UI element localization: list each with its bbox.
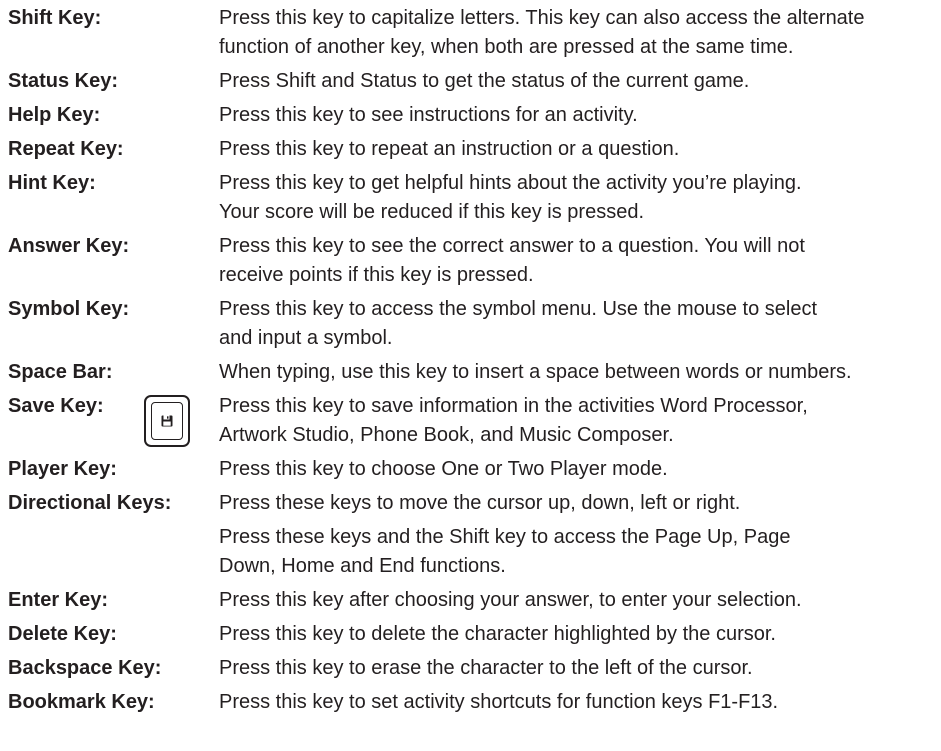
- glossary-row-answer-key: Answer Key: Press this key to see the co…: [8, 232, 938, 290]
- description-bookmark-key: Press this key to set activity shortcuts…: [219, 688, 938, 717]
- description-line: Press this key to access the symbol menu…: [219, 298, 818, 320]
- description-save-key: Press this key to save information in th…: [219, 392, 938, 450]
- glossary-row-repeat-key: Repeat Key: Press this key to repeat an …: [8, 135, 938, 164]
- description-answer-key: Press this key to see the correct answer…: [219, 232, 938, 290]
- description-line: receive points if this key is pressed.: [219, 264, 534, 286]
- glossary-row-help-key: Help Key: Press this key to see instruct…: [8, 101, 938, 130]
- description-player-key: Press this key to choose One or Two Play…: [219, 455, 938, 484]
- glossary-row-bookmark-key: Bookmark Key: Press this key to set acti…: [8, 688, 938, 717]
- key-glossary: Shift Key: Press this key to capitalize …: [8, 4, 938, 722]
- description-repeat-key: Press this key to repeat an instruction …: [219, 135, 938, 164]
- term-enter-key: Enter Key:: [8, 589, 109, 611]
- description-line: Press these keys to move the cursor up, …: [219, 492, 741, 514]
- term-hint-key: Hint Key:: [8, 172, 96, 194]
- description-line: Press this key to repeat an instruction …: [219, 138, 680, 160]
- glossary-row-status-key: Status Key: Press Shift and Status to ge…: [8, 67, 938, 96]
- glossary-row-player-key: Player Key: Press this key to choose One…: [8, 455, 938, 484]
- description-space-bar: When typing, use this key to insert a sp…: [219, 358, 938, 387]
- description-line: Press this key to get helpful hints abou…: [219, 172, 802, 194]
- glossary-row-hint-key: Hint Key: Press this key to get helpful …: [8, 169, 938, 227]
- term-bookmark-key: Bookmark Key:: [8, 691, 155, 713]
- description-line: Artwork Studio, Phone Book, and Music Co…: [219, 424, 674, 446]
- glossary-row-shift-key: Shift Key: Press this key to capitalize …: [8, 4, 938, 62]
- description-shift-key: Press this key to capitalize letters. Th…: [219, 4, 938, 62]
- term-answer-key: Answer Key:: [8, 235, 130, 257]
- description-directional-keys: Press these keys to move the cursor up, …: [219, 489, 938, 518]
- description-directional-keys-shift: Press these keys and the Shift key to ac…: [219, 523, 938, 581]
- description-line: Press this key to choose One or Two Play…: [219, 458, 668, 480]
- description-hint-key: Press this key to get helpful hints abou…: [219, 169, 938, 227]
- term-status-key: Status Key:: [8, 70, 119, 92]
- glossary-row-directional-keys: Directional Keys: Press these keys to mo…: [8, 489, 938, 518]
- term-symbol-key: Symbol Key:: [8, 298, 130, 320]
- term-save-key-cell: Save Key:: [8, 392, 219, 447]
- term-player-key: Player Key:: [8, 458, 117, 480]
- glossary-row-delete-key: Delete Key: Press this key to delete the…: [8, 620, 938, 649]
- save-keycap: [144, 395, 190, 447]
- term-directional-keys: Directional Keys:: [8, 492, 172, 514]
- glossary-row-enter-key: Enter Key: Press this key after choosing…: [8, 586, 938, 615]
- save-keycap-face: [151, 402, 183, 440]
- glossary-row-symbol-key: Symbol Key: Press this key to access the…: [8, 295, 938, 353]
- description-line: Press this key to capitalize letters. Th…: [219, 7, 865, 29]
- description-line: Press this key to erase the character to…: [219, 657, 753, 679]
- description-line: Press these keys and the Shift key to ac…: [219, 526, 791, 548]
- description-line: Press Shift and Status to get the status…: [219, 70, 750, 92]
- floppy-disk-icon: [161, 415, 173, 427]
- description-line: Press this key after choosing your answe…: [219, 589, 802, 611]
- term-help-key: Help Key:: [8, 104, 101, 126]
- description-line: Press this key to delete the character h…: [219, 623, 776, 645]
- description-line: Your score will be reduced if this key i…: [219, 201, 645, 223]
- description-line: When typing, use this key to insert a sp…: [219, 361, 852, 383]
- term-backspace-key: Backspace Key:: [8, 657, 162, 679]
- description-backspace-key: Press this key to erase the character to…: [219, 654, 938, 683]
- description-enter-key: Press this key after choosing your answe…: [219, 586, 938, 615]
- description-line: Down, Home and End functions.: [219, 555, 506, 577]
- glossary-row-backspace-key: Backspace Key: Press this key to erase t…: [8, 654, 938, 683]
- term-save-key: Save Key:: [8, 395, 104, 417]
- glossary-row-space-bar: Space Bar: When typing, use this key to …: [8, 358, 938, 387]
- term-shift-key: Shift Key:: [8, 7, 102, 29]
- description-delete-key: Press this key to delete the character h…: [219, 620, 938, 649]
- description-symbol-key: Press this key to access the symbol menu…: [219, 295, 938, 353]
- description-status-key: Press Shift and Status to get the status…: [219, 67, 938, 96]
- description-line: Press this key to see instructions for a…: [219, 104, 638, 126]
- term-repeat-key: Repeat Key:: [8, 138, 124, 160]
- term-space-bar: Space Bar:: [8, 361, 113, 383]
- description-line: function of another key, when both are p…: [219, 36, 794, 58]
- description-line: Press this key to set activity shortcuts…: [219, 691, 779, 713]
- description-help-key: Press this key to see instructions for a…: [219, 101, 938, 130]
- description-line: Press this key to see the correct answer…: [219, 235, 805, 257]
- description-line: and input a symbol.: [219, 327, 393, 349]
- description-line: Press this key to save information in th…: [219, 395, 808, 417]
- term-delete-key: Delete Key:: [8, 623, 117, 645]
- glossary-row-save-key: Save Key: Press this key to save informa…: [8, 392, 938, 450]
- glossary-row-directional-keys-shift: Press these keys and the Shift key to ac…: [8, 523, 938, 581]
